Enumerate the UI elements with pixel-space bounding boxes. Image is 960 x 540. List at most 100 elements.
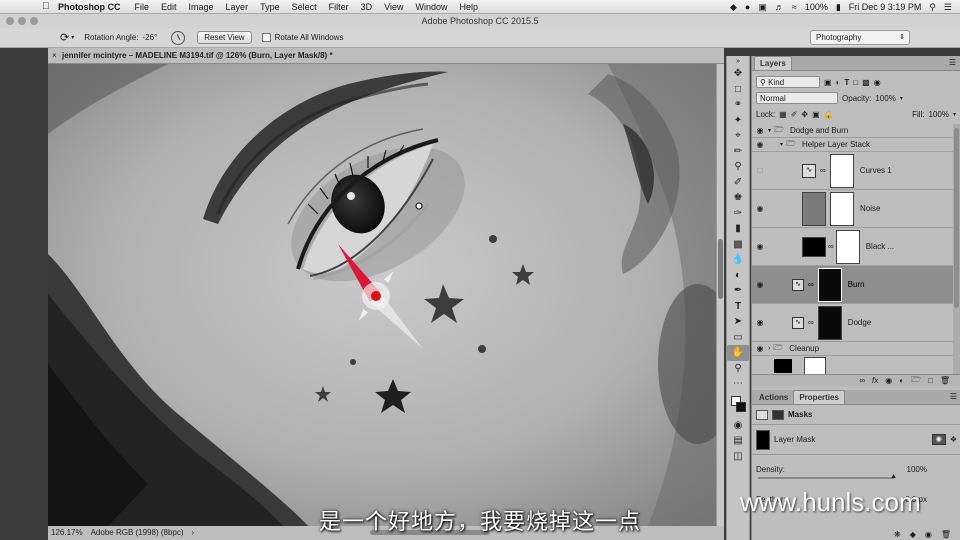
eyedropper-tool-icon[interactable]: ✏	[727, 144, 749, 160]
layer-group-dodge-and-burn[interactable]: ◉ ▾ 🗁 Dodge and Burn	[752, 124, 953, 138]
rotate-view-tool-icon[interactable]: ⟳	[60, 31, 69, 44]
sync-icon[interactable]: ●	[745, 2, 750, 12]
menu-window[interactable]: Window	[415, 2, 447, 12]
fx-icon[interactable]: fx	[872, 376, 878, 385]
opacity-input[interactable]: 100%	[875, 94, 895, 103]
density-input[interactable]: 100%	[907, 465, 927, 474]
new-layer-icon[interactable]: □	[928, 376, 933, 385]
vector-mask-icon[interactable]	[772, 409, 784, 420]
lock-position-icon[interactable]: ✥	[801, 110, 808, 119]
tab-properties[interactable]: Properties	[793, 390, 845, 404]
layer-mask-thumbnail[interactable]	[835, 229, 860, 264]
tab-actions[interactable]: Actions	[754, 391, 793, 404]
notification-icon[interactable]: ☰	[944, 2, 952, 13]
select-pixel-mask-icon[interactable]: ◉	[931, 434, 946, 445]
zoom-window-button[interactable]	[30, 17, 38, 25]
new-group-icon[interactable]: 🗁	[911, 374, 921, 388]
canvas-vertical-scrollbar[interactable]	[716, 64, 724, 526]
menu-file[interactable]: File	[135, 2, 150, 12]
lock-transparent-icon[interactable]: ▦	[779, 110, 787, 119]
menu-filter[interactable]: Filter	[329, 2, 349, 12]
layers-scrollbar[interactable]	[953, 124, 960, 374]
visibility-off-box[interactable]: □	[752, 166, 768, 175]
pen-tool-icon[interactable]: ✒	[727, 283, 749, 299]
adjustment-layer-icon[interactable]: ◐	[899, 376, 904, 385]
layer-thumbnail[interactable]	[774, 358, 792, 373]
layer-group-cleanup[interactable]: ◉ › 🗁 Cleanup	[752, 342, 953, 356]
density-slider[interactable]: ▲	[758, 473, 897, 480]
artboard-icon[interactable]: ◫	[727, 449, 749, 465]
chevron-down-icon[interactable]: ▾	[780, 141, 783, 148]
rotate-all-windows-checkbox[interactable]	[261, 33, 271, 42]
tool-preset-dropdown-icon[interactable]: ▾	[71, 34, 74, 41]
path-select-tool-icon[interactable]: ➤	[727, 314, 749, 330]
eye-icon[interactable]: ◉	[752, 318, 768, 327]
eraser-tool-icon[interactable]: ▮	[727, 221, 749, 237]
layer-mask-thumbnail[interactable]	[817, 267, 842, 302]
filter-type-icon[interactable]: T	[844, 78, 849, 87]
dropbox-icon[interactable]: ◆	[730, 2, 737, 13]
gradient-tool-icon[interactable]: ▩	[727, 237, 749, 253]
menu-app-name[interactable]: Photoshop CC	[58, 2, 121, 12]
crop-tool-icon[interactable]: ⌖	[727, 128, 749, 144]
move-tool-icon[interactable]: ✥	[727, 66, 749, 82]
chevron-down-icon[interactable]: ▾	[900, 95, 903, 102]
chevron-down-icon[interactable]: ▾	[768, 127, 771, 134]
apple-icon[interactable]: 	[42, 1, 50, 12]
chevron-down-icon[interactable]: ▾	[953, 111, 956, 118]
type-tool-icon[interactable]: T	[727, 299, 749, 315]
menu-3d[interactable]: 3D	[361, 2, 373, 12]
eye-icon[interactable]: ◉	[752, 344, 768, 353]
filter-adjustment-icon[interactable]: ◐	[836, 78, 841, 87]
lock-all-icon[interactable]: 🔒	[824, 110, 834, 119]
history-brush-tool-icon[interactable]: ✑	[727, 206, 749, 222]
clock[interactable]: Fri Dec 9 3:19 PM	[849, 2, 922, 12]
tab-layers[interactable]: Layers	[754, 56, 792, 70]
layer-group-helper-stack[interactable]: ◉ ▾ 🗁 Helper Layer Stack	[752, 138, 953, 152]
healing-brush-tool-icon[interactable]: ⚲	[727, 159, 749, 175]
slider-handle[interactable]: ▲	[890, 473, 897, 480]
layer-noise[interactable]: ◉ Noise	[752, 190, 953, 228]
eye-icon[interactable]: ◉	[752, 204, 768, 213]
document-tab[interactable]: × jennifer mcintyre – MADELINE M3194.tif…	[48, 48, 724, 64]
rotation-angle-input[interactable]: -26°	[143, 33, 158, 42]
battery-level[interactable]: 100%	[805, 2, 828, 12]
pixel-mask-icon[interactable]	[756, 409, 768, 420]
reset-view-button[interactable]: Reset View	[197, 31, 252, 44]
layer-mask-thumbnail[interactable]	[829, 153, 854, 188]
filter-toggle-icon[interactable]: ◉	[874, 78, 881, 87]
clone-stamp-tool-icon[interactable]: ♚	[727, 190, 749, 206]
lock-image-icon[interactable]: ✐	[791, 110, 798, 119]
select-vector-mask-icon[interactable]: ❖	[950, 435, 957, 444]
lasso-tool-icon[interactable]: ⚭	[727, 97, 749, 113]
layer-partial[interactable]	[752, 356, 953, 374]
menu-type[interactable]: Type	[260, 2, 280, 12]
collapse-arrows-icon[interactable]: »	[727, 56, 749, 66]
eye-icon[interactable]: ◉	[752, 140, 768, 149]
scrollbar-thumb[interactable]	[954, 128, 959, 308]
panel-menu-icon[interactable]: ☰	[949, 58, 956, 67]
filter-shape-icon[interactable]: □	[853, 78, 858, 87]
link-layers-icon[interactable]: ∞	[859, 376, 865, 385]
dodge-tool-icon[interactable]: ◐	[727, 268, 749, 284]
rotation-dial-icon[interactable]	[171, 30, 186, 45]
document-canvas[interactable]	[48, 64, 716, 526]
close-window-button[interactable]	[6, 17, 14, 25]
menu-edit[interactable]: Edit	[161, 2, 177, 12]
volume-icon[interactable]: ♬	[775, 2, 784, 12]
layer-dodge[interactable]: ◉ ∿ ∞ Dodge	[752, 304, 953, 342]
more-tools-icon[interactable]: ⋯	[727, 376, 749, 392]
color-swatches-icon[interactable]	[727, 392, 749, 418]
quick-mask-icon[interactable]: ◉	[727, 418, 749, 434]
display-icon[interactable]: ▣	[758, 2, 767, 13]
zoom-tool-icon[interactable]: ⚲	[727, 361, 749, 377]
layer-curves-1[interactable]: □ ∿ ∞ Curves 1	[752, 152, 953, 190]
screen-mode-icon[interactable]: ▤	[727, 433, 749, 449]
layer-black[interactable]: ◉ ∞ Black ...	[752, 228, 953, 266]
eye-icon[interactable]: ◉	[752, 126, 768, 135]
add-mask-icon[interactable]: ◉	[885, 376, 892, 385]
marquee-tool-icon[interactable]: □	[727, 82, 749, 98]
layer-burn[interactable]: ◉ ∿ ∞ Burn	[752, 266, 953, 304]
mask-preview-thumbnail[interactable]	[756, 429, 770, 450]
layer-mask-thumbnail[interactable]	[817, 305, 842, 340]
